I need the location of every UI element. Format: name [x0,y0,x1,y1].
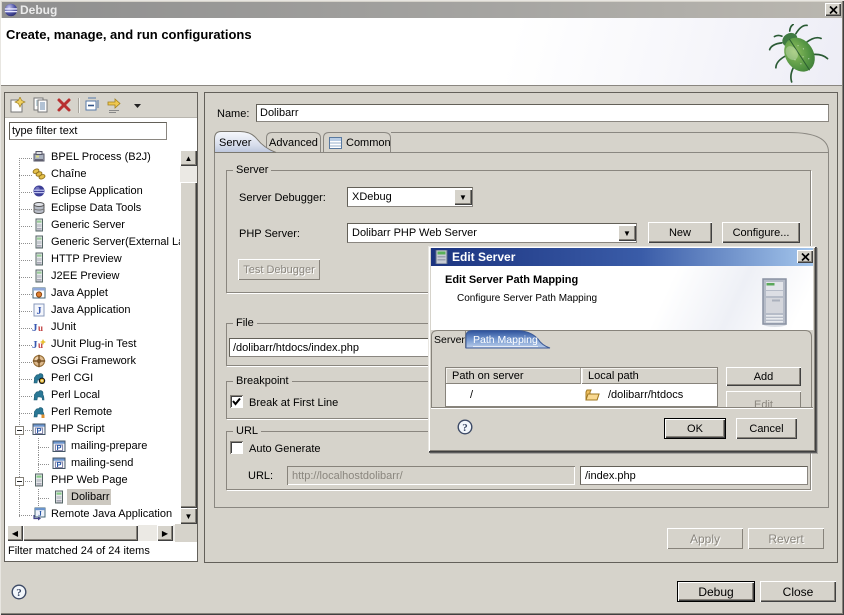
svg-text:u: u [38,323,43,333]
svg-text:P: P [56,443,61,452]
svg-text:J: J [37,306,42,317]
svg-text:?: ? [462,422,468,434]
svg-text:P: P [36,426,41,435]
svg-text:?: ? [16,587,22,599]
svg-text:J: J [38,510,42,518]
svg-text:P: P [56,460,61,469]
